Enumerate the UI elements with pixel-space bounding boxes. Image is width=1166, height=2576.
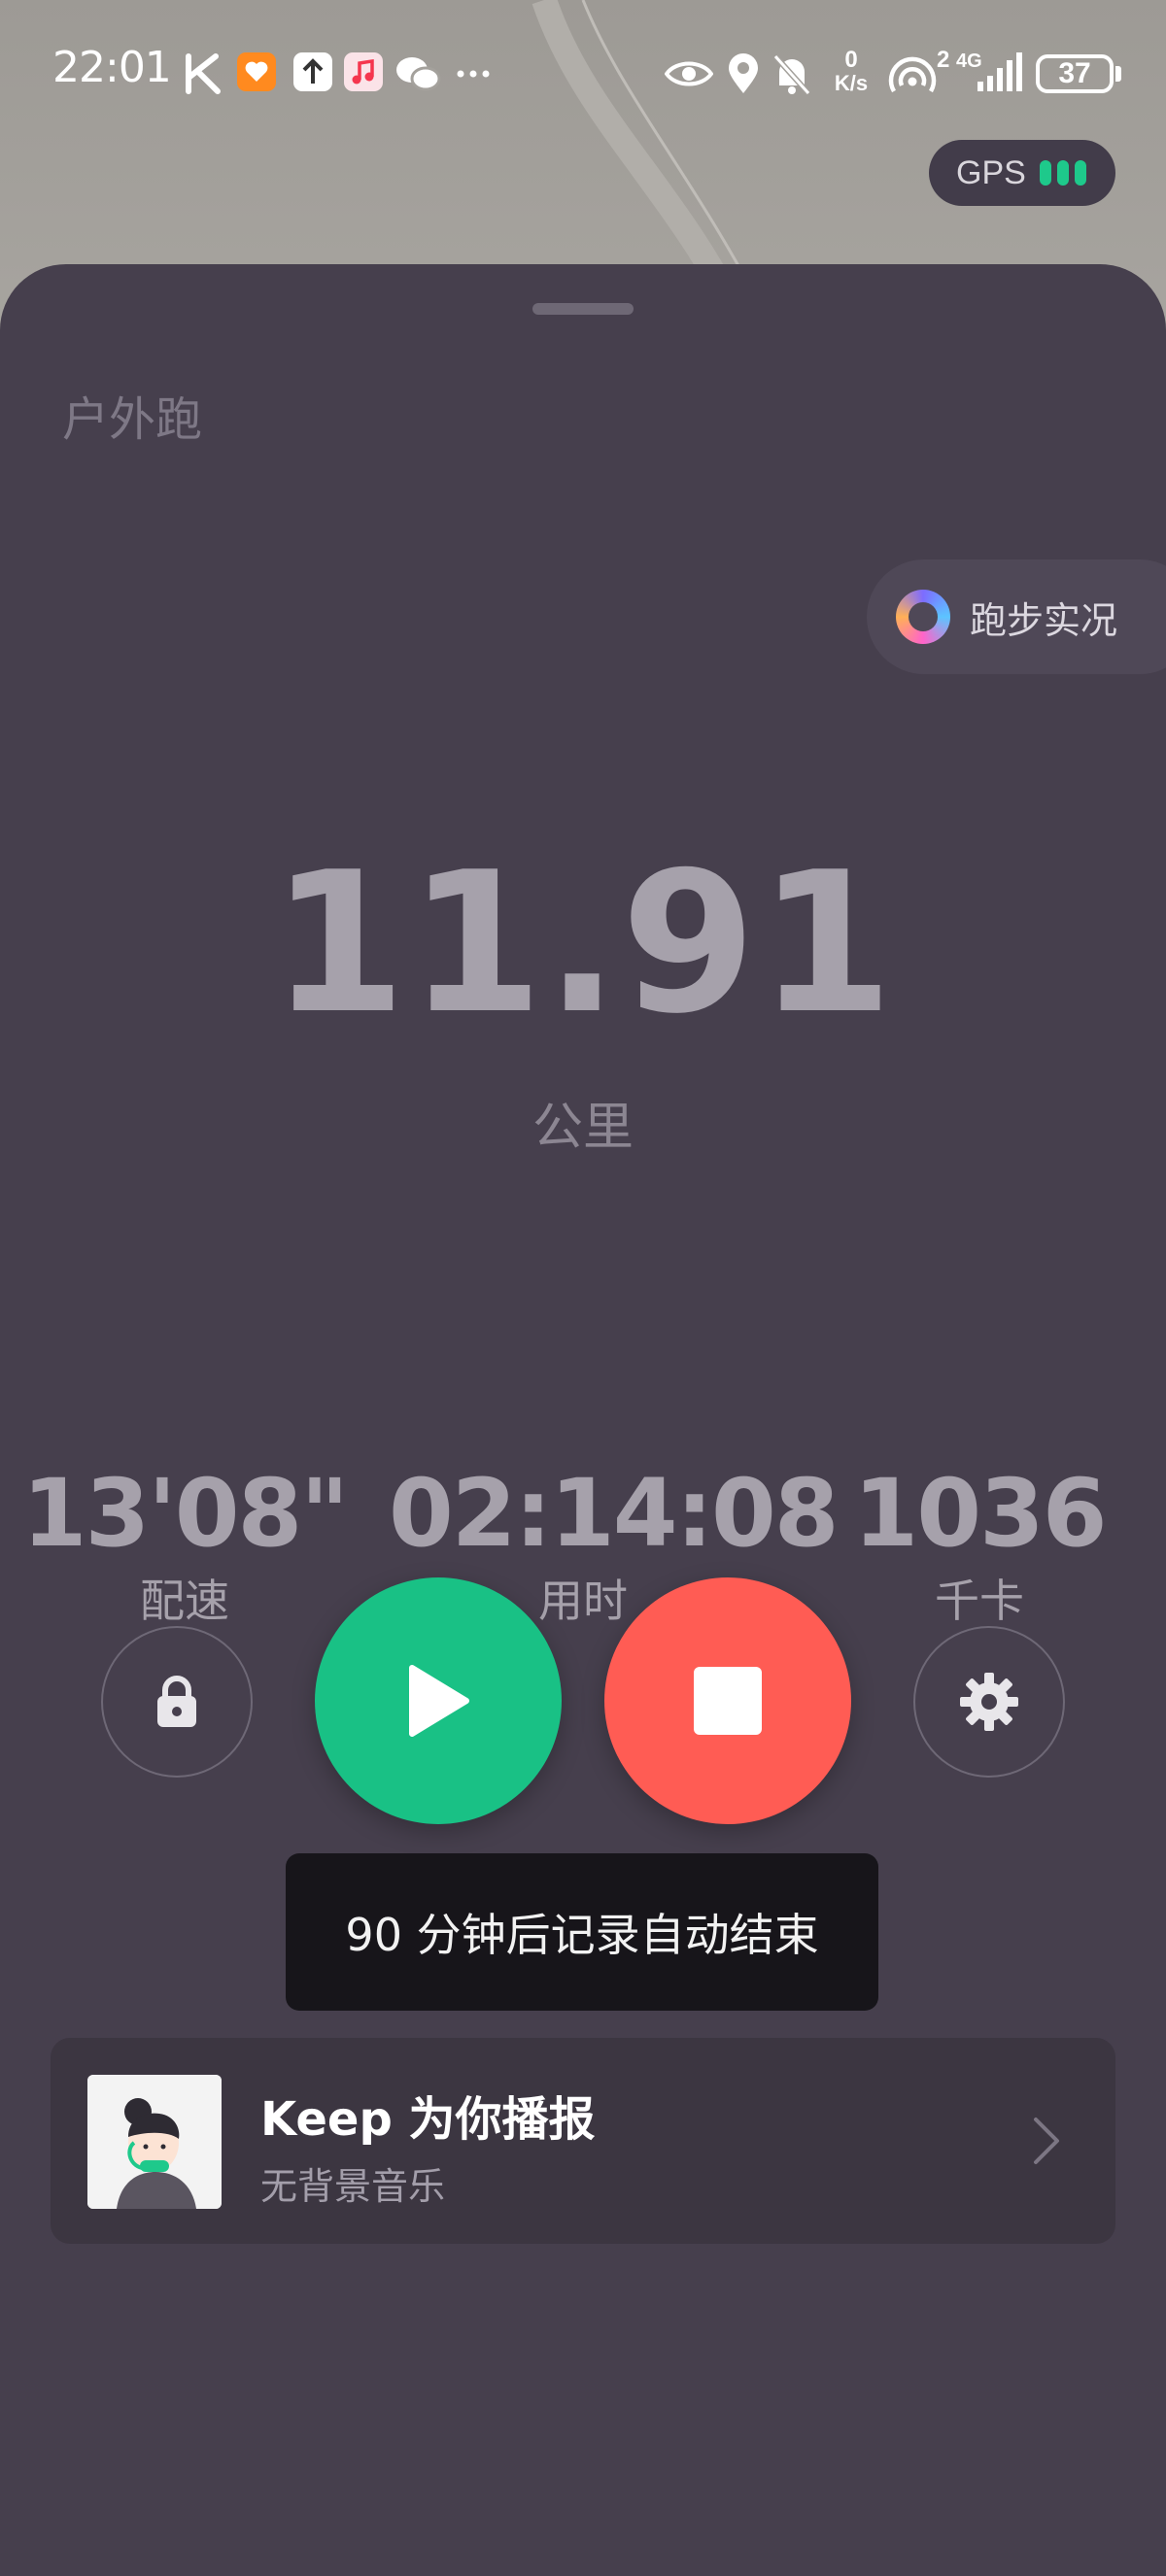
auto-end-toast: 90 分钟后记录自动结束 <box>286 1853 878 2011</box>
distance-unit: 公里 <box>532 1099 634 1157</box>
play-icon <box>409 1665 469 1737</box>
run-type-title: 户外跑 <box>62 392 203 447</box>
signal-strength-icon <box>977 52 1022 91</box>
location-icon <box>729 53 758 93</box>
gps-status-pill: GPS <box>929 140 1115 206</box>
stat-calories: 1036 千卡 <box>785 1457 1166 1632</box>
coach-avatar <box>87 2075 222 2209</box>
network-speed: 0 K/s <box>834 47 869 95</box>
lock-icon <box>157 1676 196 1727</box>
upload-app-icon <box>293 52 332 91</box>
keep-app-icon <box>186 53 221 94</box>
gps-signal-icon <box>1039 160 1086 186</box>
battery-indicator: 37 <box>1036 54 1114 93</box>
mute-bell-icon <box>772 53 811 96</box>
running-live-label: 跑步实况 <box>970 598 1118 642</box>
settings-button[interactable] <box>913 1626 1065 1778</box>
wechat-icon <box>396 57 441 91</box>
calories-value: 1036 <box>853 1459 1107 1568</box>
status-time: 22:01 <box>52 43 172 92</box>
resume-button[interactable] <box>315 1577 562 1824</box>
more-notifications-icon <box>457 70 490 78</box>
pace-value: 13'08" <box>21 1459 350 1568</box>
eye-icon <box>665 61 713 86</box>
chevron-right-icon <box>1034 2118 1059 2164</box>
duration-value: 02:14:08 <box>389 1459 840 1568</box>
voice-broadcast-card[interactable]: Keep 为你播报 无背景音乐 <box>51 2038 1115 2244</box>
status-bar: 22:01 0 K/s 2 4G 37 <box>0 0 1166 146</box>
calories-label: 千卡 <box>935 1575 1024 1627</box>
voice-subtitle: 无背景音乐 <box>260 2165 446 2208</box>
hotspot-icon <box>888 56 937 93</box>
gear-icon <box>960 1673 1018 1731</box>
stats-row: 13'08" 配速 02:14:08 用时 1036 千卡 <box>0 1457 1166 1651</box>
signal-badge: 2 <box>937 47 950 73</box>
distance-value: 11.91 <box>270 830 896 1057</box>
battery-tip <box>1115 66 1121 82</box>
stop-button[interactable] <box>604 1577 851 1824</box>
gps-label: GPS <box>956 153 1026 191</box>
taobao-app-icon <box>237 52 276 91</box>
pace-label: 配速 <box>140 1575 229 1627</box>
lock-button[interactable] <box>101 1626 253 1778</box>
live-ring-icon <box>896 590 950 644</box>
running-live-button[interactable]: 跑步实况 <box>867 559 1166 674</box>
stat-pace: 13'08" 配速 <box>0 1457 379 1632</box>
music-app-icon <box>344 52 383 91</box>
drag-handle[interactable] <box>532 303 634 315</box>
stop-icon <box>694 1667 762 1735</box>
voice-title: Keep 为你播报 <box>260 2092 596 2147</box>
